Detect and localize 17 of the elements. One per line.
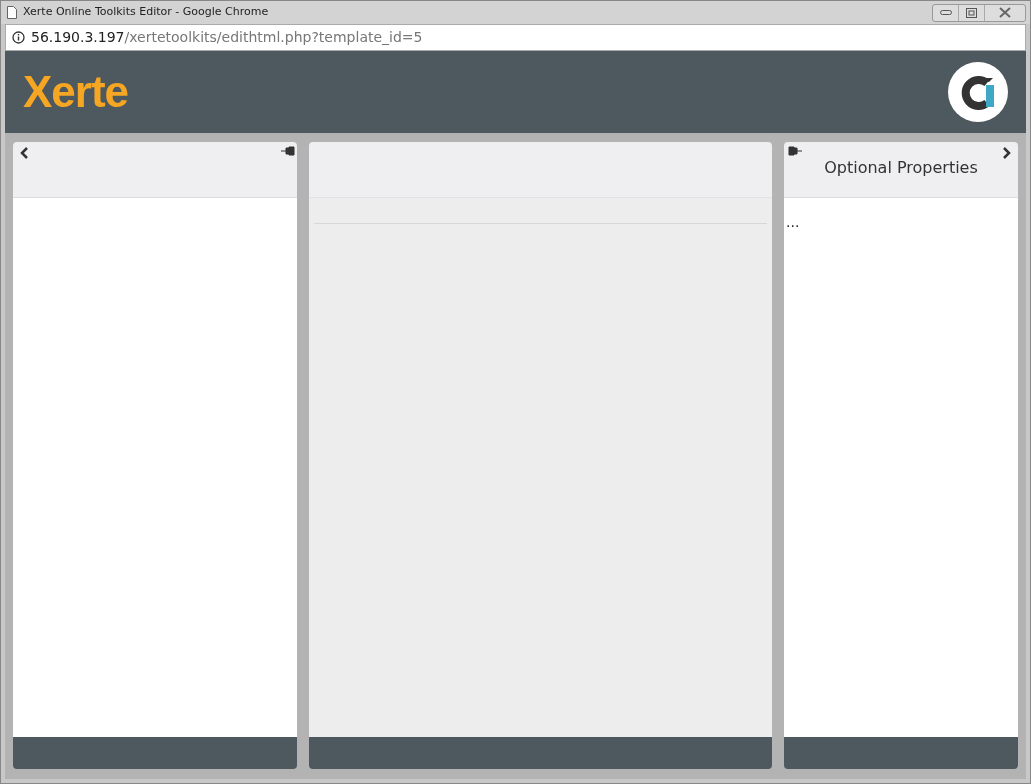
pin-icon[interactable] (281, 146, 295, 156)
url-path: /xertetoolkits/edithtml.php?template_id=5 (124, 28, 423, 47)
address-bar[interactable]: 56.190.3.197/xertetoolkits/edithtml.php?template_id=5 (5, 24, 1026, 51)
panel-content: ... (786, 214, 800, 230)
url-host: 56.190.3.197 (31, 28, 125, 47)
panel-title: Optional Properties (824, 157, 978, 179)
chevron-left-icon[interactable] (19, 146, 29, 160)
minimize-icon (939, 9, 952, 16)
brand-logo-icon (948, 62, 1008, 122)
info-icon (12, 31, 25, 44)
logo: Xerte (23, 66, 129, 118)
maximize-icon (966, 7, 977, 18)
close-icon (999, 7, 1011, 18)
chevron-right-icon[interactable] (1002, 146, 1012, 160)
pin-icon[interactable] (788, 146, 802, 156)
window-title: Xerte Online Toolkits Editor - Google Chrome (23, 4, 269, 21)
page-icon (7, 6, 17, 19)
